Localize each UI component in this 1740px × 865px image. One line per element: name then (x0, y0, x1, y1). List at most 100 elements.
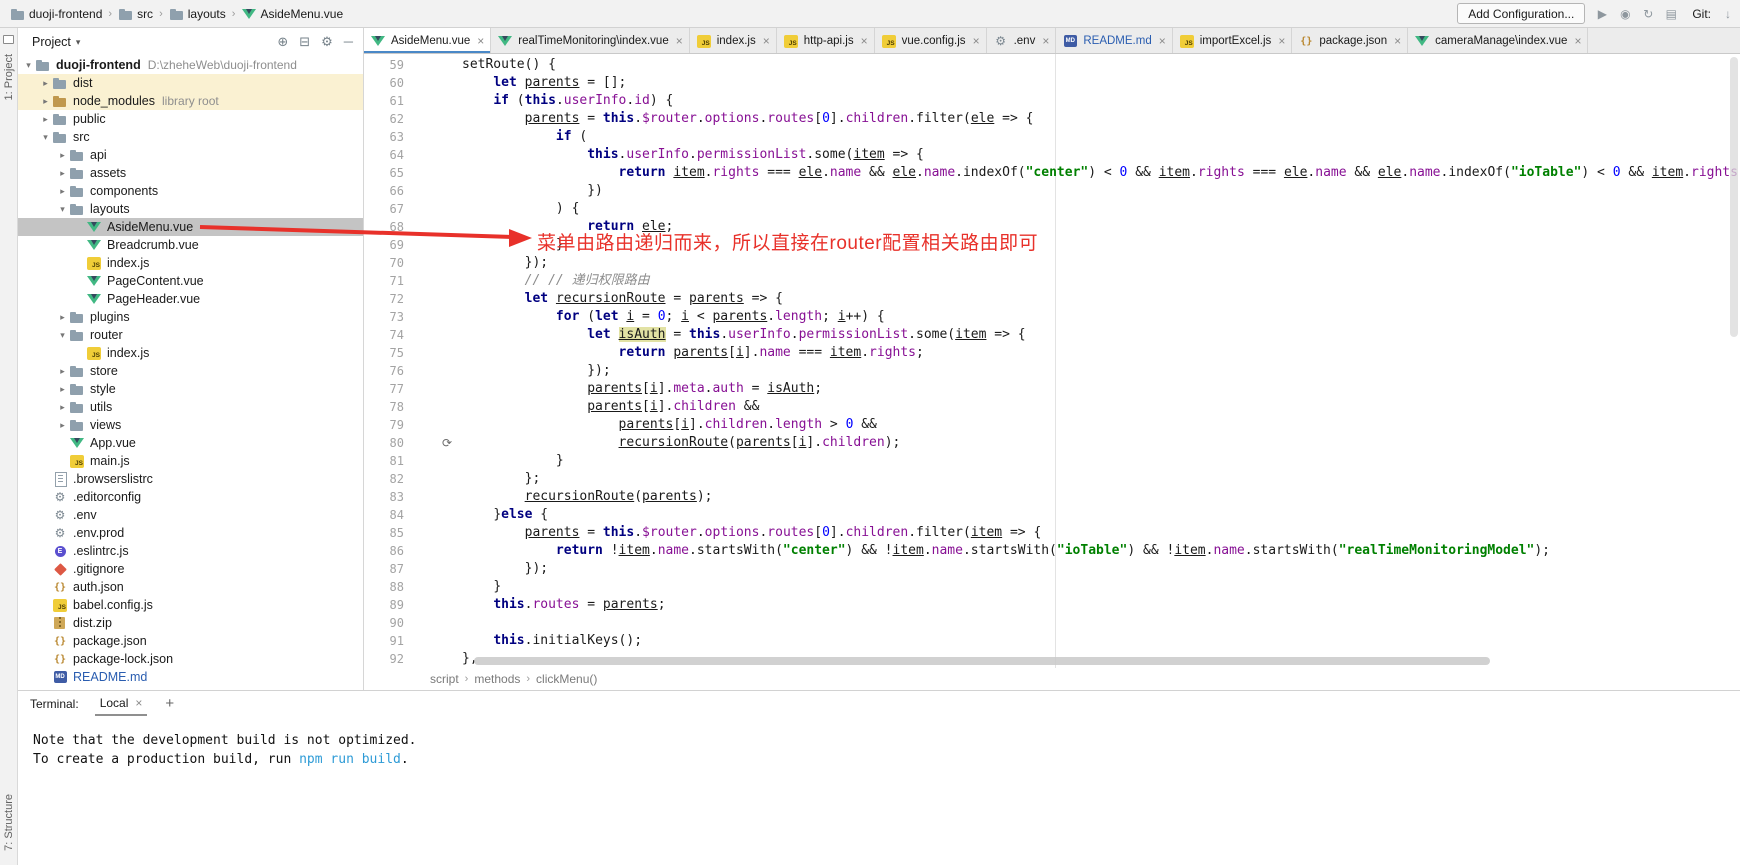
chevron-down-icon[interactable]: ▾ (22, 60, 35, 71)
line-number[interactable]: 71 (364, 272, 404, 290)
run-icon[interactable]: ▶ (1594, 7, 1610, 21)
tree-item-babel-config-js[interactable]: babel.config.js (18, 596, 363, 614)
tree-item-eslintrc-js[interactable]: .eslintrc.js (18, 542, 363, 560)
hide-panel-icon[interactable]: ─ (344, 34, 353, 50)
close-tab-icon[interactable]: × (477, 34, 484, 48)
code-line[interactable]: 86 return !item.name.startsWith("center"… (364, 542, 1740, 560)
close-tab-icon[interactable]: × (1159, 34, 1166, 48)
editor-body[interactable]: 59setRoute() {60 let parents = [];61 if … (364, 54, 1740, 668)
chevron-right-icon[interactable]: ▸ (56, 312, 69, 323)
settings-gear-icon[interactable]: ⚙ (321, 34, 333, 50)
line-number[interactable]: 91 (364, 632, 404, 650)
code-line[interactable]: 82 }; (364, 470, 1740, 488)
line-number[interactable]: 66 (364, 182, 404, 200)
line-number[interactable]: 70 (364, 254, 404, 272)
close-tab-icon[interactable]: × (135, 696, 142, 710)
tab-readme-md[interactable]: README.md× (1056, 28, 1172, 54)
tree-item-readme-md[interactable]: README.md (18, 668, 363, 686)
line-number[interactable]: 65 (364, 164, 404, 182)
tree-item-main-js[interactable]: main.js (18, 452, 363, 470)
line-number[interactable]: 67 (364, 200, 404, 218)
code-line[interactable]: 72 let recursionRoute = parents => { (364, 290, 1740, 308)
tree-item-pagecontent-vue[interactable]: PageContent.vue (18, 272, 363, 290)
tab-index-js[interactable]: index.js× (690, 28, 777, 54)
breadcrumb-item-asidemenu-vue[interactable]: AsideMenu.vue (239, 7, 345, 21)
code-line[interactable]: 81 } (364, 452, 1740, 470)
line-number[interactable]: 87 (364, 560, 404, 578)
line-number[interactable]: 62 (364, 110, 404, 128)
line-number[interactable]: 85 (364, 524, 404, 542)
close-tab-icon[interactable]: × (1394, 34, 1401, 48)
tree-item-dist-zip[interactable]: dist.zip (18, 614, 363, 632)
chevron-right-icon[interactable]: ▸ (56, 402, 69, 413)
git-label[interactable]: Git: (1692, 7, 1711, 21)
tree-item-editorconfig[interactable]: .editorconfig (18, 488, 363, 506)
line-number[interactable]: 90 (364, 614, 404, 632)
terminal-body[interactable]: Note that the development build is not o… (18, 716, 1740, 769)
chevron-right-icon[interactable]: ▸ (56, 168, 69, 179)
line-number[interactable]: 77 (364, 380, 404, 398)
tree-item-breadcrumb-vue[interactable]: Breadcrumb.vue (18, 236, 363, 254)
line-number[interactable]: 60 (364, 74, 404, 92)
code-line[interactable]: 73 for (let i = 0; i < parents.length; i… (364, 308, 1740, 326)
tree-item-index-js[interactable]: index.js (18, 254, 363, 272)
line-number[interactable]: 72 (364, 290, 404, 308)
tree-item-style[interactable]: ▸style (18, 380, 363, 398)
editor-breadcrumb-item-methods[interactable]: methods (472, 672, 522, 686)
tree-item-gitignore[interactable]: .gitignore (18, 560, 363, 578)
line-number[interactable]: 78 (364, 398, 404, 416)
breadcrumb-item-duoji-frontend[interactable]: duoji-frontend (8, 7, 104, 21)
tab-env[interactable]: .env× (987, 28, 1057, 54)
line-number[interactable]: 74 (364, 326, 404, 344)
chevron-right-icon[interactable]: ▸ (39, 78, 52, 89)
tree-item-package-json[interactable]: package.json (18, 632, 363, 650)
code-line[interactable]: 75 return parents[i].name === item.right… (364, 344, 1740, 362)
chevron-right-icon[interactable]: ▸ (39, 96, 52, 107)
chevron-right-icon[interactable]: ▸ (56, 366, 69, 377)
breadcrumb-item-layouts[interactable]: layouts (167, 7, 228, 21)
tree-item-asidemenu-vue[interactable]: AsideMenu.vue (18, 218, 363, 236)
code-line[interactable]: 83 recursionRoute(parents); (364, 488, 1740, 506)
code-line[interactable]: 91 this.initialKeys(); (364, 632, 1740, 650)
line-number[interactable]: 92 (364, 650, 404, 668)
close-tab-icon[interactable]: × (1574, 34, 1581, 48)
tab-importexcel-js[interactable]: importExcel.js× (1173, 28, 1293, 54)
tree-item-browserslistrc[interactable]: .browserslistrc (18, 470, 363, 488)
tree-item-duoji-frontend[interactable]: ▾duoji-frontendD:\zheheWeb\duoji-fronten… (18, 56, 363, 74)
tab-cameramanage-index-vue[interactable]: cameraManage\index.vue× (1408, 28, 1588, 54)
line-number[interactable]: 86 (364, 542, 404, 560)
breadcrumb-item-src[interactable]: src (116, 7, 155, 21)
tree-item-plugins[interactable]: ▸plugins (18, 308, 363, 326)
code-line[interactable]: 66 }) (364, 182, 1740, 200)
tree-item-utils[interactable]: ▸utils (18, 398, 363, 416)
terminal-tab-local[interactable]: Local× (95, 691, 148, 716)
close-tab-icon[interactable]: × (1042, 34, 1049, 48)
code-line[interactable]: 88 } (364, 578, 1740, 596)
line-number[interactable]: 89 (364, 596, 404, 614)
line-number[interactable]: 81 (364, 452, 404, 470)
tree-item-env[interactable]: .env (18, 506, 363, 524)
tree-item-api[interactable]: ▸api (18, 146, 363, 164)
line-number[interactable]: 83 (364, 488, 404, 506)
tree-item-src[interactable]: ▾src (18, 128, 363, 146)
tree-item-index-js[interactable]: index.js (18, 344, 363, 362)
close-tab-icon[interactable]: × (861, 34, 868, 48)
tab-asidemenu-vue[interactable]: AsideMenu.vue× (364, 28, 491, 54)
code-line[interactable]: 80⟳ recursionRoute(parents[i].children); (364, 434, 1740, 452)
tree-item-public[interactable]: ▸public (18, 110, 363, 128)
tree-item-package-lock-json[interactable]: package-lock.json (18, 650, 363, 668)
line-number[interactable]: 88 (364, 578, 404, 596)
line-number[interactable]: 82 (364, 470, 404, 488)
tree-item-app-vue[interactable]: App.vue (18, 434, 363, 452)
line-number[interactable]: 79 (364, 416, 404, 434)
line-number[interactable]: 84 (364, 506, 404, 524)
tree-item-components[interactable]: ▸components (18, 182, 363, 200)
editor-breadcrumb-item-clickmenu[interactable]: clickMenu() (534, 672, 599, 686)
code-line[interactable]: 76 }); (364, 362, 1740, 380)
code-line[interactable]: 78 parents[i].children && (364, 398, 1740, 416)
code-line[interactable]: 79 parents[i].children.length > 0 && (364, 416, 1740, 434)
code-line[interactable]: 84 }else { (364, 506, 1740, 524)
chevron-down-icon[interactable]: ▾ (56, 204, 69, 215)
chevron-down-icon[interactable]: ▾ (56, 330, 69, 341)
code-line[interactable]: 74 let isAuth = this.userInfo.permission… (364, 326, 1740, 344)
